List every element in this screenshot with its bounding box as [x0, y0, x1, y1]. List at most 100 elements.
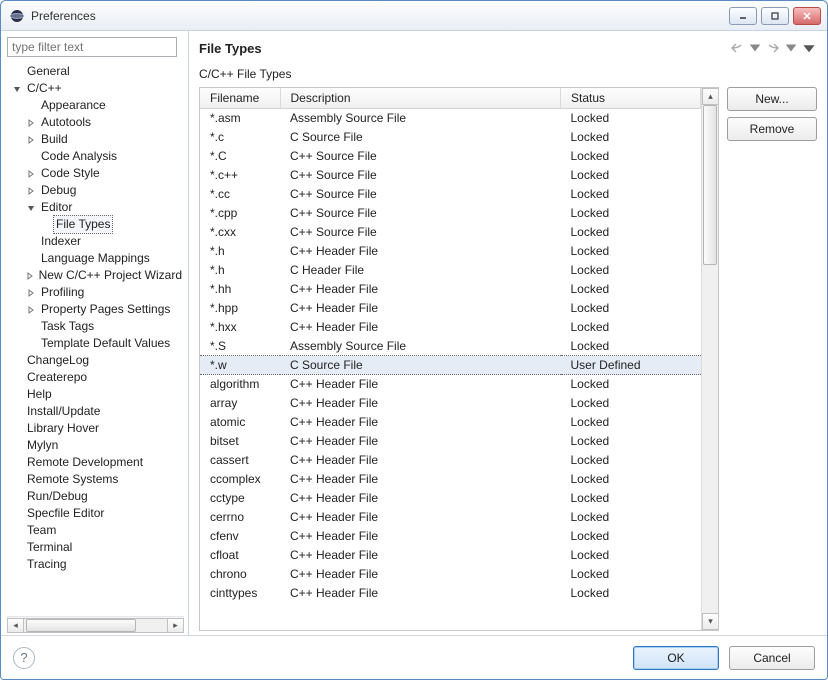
table-row[interactable]: algorithmC++ Header FileLocked	[200, 375, 701, 394]
tree-item[interactable]: Task Tags	[7, 318, 184, 335]
tree-item[interactable]: Help	[7, 386, 184, 403]
tree-item[interactable]: Editor	[7, 199, 184, 216]
scroll-right-button[interactable]: ▸	[167, 618, 184, 633]
tree-item[interactable]: Debug	[7, 182, 184, 199]
table-row[interactable]: cfloatC++ Header FileLocked	[200, 546, 701, 565]
column-header-description[interactable]: Description	[280, 88, 561, 109]
cell-filename: *.c++	[200, 166, 280, 185]
tree-item[interactable]: Profiling	[7, 284, 184, 301]
column-header-status[interactable]: Status	[561, 88, 701, 109]
tree-item[interactable]: Remote Systems	[7, 471, 184, 488]
table-row[interactable]: arrayC++ Header FileLocked	[200, 394, 701, 413]
filter-input[interactable]	[7, 37, 177, 57]
table-row[interactable]: chronoC++ Header FileLocked	[200, 565, 701, 584]
scroll-down-button[interactable]: ▾	[702, 613, 719, 630]
tree-item[interactable]: Library Hover	[7, 420, 184, 437]
tree-item[interactable]: Run/Debug	[7, 488, 184, 505]
tree-item[interactable]: Mylyn	[7, 437, 184, 454]
table-row[interactable]: atomicC++ Header FileLocked	[200, 413, 701, 432]
expand-icon[interactable]	[25, 304, 37, 316]
cell-description: C++ Header File	[280, 451, 561, 470]
sidebar-horizontal-scrollbar[interactable]: ◂ ▸	[7, 616, 184, 633]
tree-item[interactable]: General	[7, 63, 184, 80]
tree-item[interactable]: Tracing	[7, 556, 184, 573]
table-row[interactable]: *.SAssembly Source FileLocked	[200, 337, 701, 356]
table-row[interactable]: *.cxxC++ Source FileLocked	[200, 223, 701, 242]
scroll-track[interactable]	[24, 618, 167, 633]
cell-status: Locked	[561, 470, 701, 489]
tree-item[interactable]: Specfile Editor	[7, 505, 184, 522]
table-row[interactable]: cctypeC++ Header FileLocked	[200, 489, 701, 508]
tree-item[interactable]: Indexer	[7, 233, 184, 250]
column-header-filename[interactable]: Filename	[200, 88, 280, 109]
table-row[interactable]: *.asmAssembly Source FileLocked	[200, 109, 701, 128]
scroll-left-button[interactable]: ◂	[7, 618, 24, 633]
table-vertical-scrollbar[interactable]: ▴ ▾	[701, 88, 718, 630]
table-row[interactable]: cerrnoC++ Header FileLocked	[200, 508, 701, 527]
table-row[interactable]: cassertC++ Header FileLocked	[200, 451, 701, 470]
table-row[interactable]: *.ccC++ Source FileLocked	[200, 185, 701, 204]
expand-icon[interactable]	[25, 287, 37, 299]
table-row[interactable]: *.wC Source FileUser Defined	[200, 356, 701, 375]
tree-item[interactable]: Template Default Values	[7, 335, 184, 352]
table-row[interactable]: *.CC++ Source FileLocked	[200, 147, 701, 166]
tree-item[interactable]: New C/C++ Project Wizard	[7, 267, 184, 284]
tree-item[interactable]: Install/Update	[7, 403, 184, 420]
tree-item[interactable]: Build	[7, 131, 184, 148]
cell-status: Locked	[561, 261, 701, 280]
table-row[interactable]: cfenvC++ Header FileLocked	[200, 527, 701, 546]
collapse-icon[interactable]	[11, 83, 23, 95]
expand-icon[interactable]	[25, 117, 37, 129]
tree-item[interactable]: Property Pages Settings	[7, 301, 184, 318]
menu-dropdown-icon[interactable]	[801, 40, 817, 56]
new-button[interactable]: New...	[727, 87, 817, 111]
tree-item[interactable]: C/C++	[7, 80, 184, 97]
scroll-thumb[interactable]	[703, 105, 717, 265]
expand-icon[interactable]	[25, 185, 37, 197]
tree-item[interactable]: Code Style	[7, 165, 184, 182]
forward-dropdown-icon[interactable]	[783, 40, 799, 56]
tree-item[interactable]: Appearance	[7, 97, 184, 114]
scroll-up-button[interactable]: ▴	[702, 88, 719, 105]
preference-tree[interactable]: GeneralC/C++AppearanceAutotoolsBuildCode…	[7, 63, 184, 573]
table-row[interactable]: cinttypesC++ Header FileLocked	[200, 584, 701, 603]
table-row[interactable]: *.hppC++ Header FileLocked	[200, 299, 701, 318]
remove-button[interactable]: Remove	[727, 117, 817, 141]
tree-item[interactable]: Language Mappings	[7, 250, 184, 267]
ok-button[interactable]: OK	[633, 646, 719, 670]
close-button[interactable]	[793, 7, 821, 25]
table-row[interactable]: *.hhC++ Header FileLocked	[200, 280, 701, 299]
table-row[interactable]: *.hC Header FileLocked	[200, 261, 701, 280]
back-dropdown-icon[interactable]	[747, 40, 763, 56]
table-row[interactable]: *.c++C++ Source FileLocked	[200, 166, 701, 185]
help-icon[interactable]: ?	[13, 647, 35, 669]
table-row[interactable]: *.cC Source FileLocked	[200, 128, 701, 147]
tree-item[interactable]: Createrepo	[7, 369, 184, 386]
minimize-button[interactable]	[729, 7, 757, 25]
table-row[interactable]: *.cppC++ Source FileLocked	[200, 204, 701, 223]
tree-item[interactable]: File Types	[7, 216, 184, 233]
tree-item[interactable]: Team	[7, 522, 184, 539]
expand-icon[interactable]	[25, 168, 37, 180]
tree-item[interactable]: Terminal	[7, 539, 184, 556]
table-row[interactable]: ccomplexC++ Header FileLocked	[200, 470, 701, 489]
expand-icon[interactable]	[25, 270, 35, 282]
tree-item[interactable]: Autotools	[7, 114, 184, 131]
forward-icon[interactable]	[765, 40, 781, 56]
cell-filename: cinttypes	[200, 584, 280, 603]
tree-item[interactable]: ChangeLog	[7, 352, 184, 369]
tree-item[interactable]: Code Analysis	[7, 148, 184, 165]
table-row[interactable]: *.hC++ Header FileLocked	[200, 242, 701, 261]
collapse-icon[interactable]	[25, 202, 37, 214]
file-types-table[interactable]: Filename Description Status *.asmAssembl…	[199, 87, 719, 631]
tree-item-label: File Types	[53, 215, 113, 234]
scroll-thumb[interactable]	[26, 619, 136, 632]
tree-item[interactable]: Remote Development	[7, 454, 184, 471]
table-row[interactable]: bitsetC++ Header FileLocked	[200, 432, 701, 451]
back-icon[interactable]	[729, 40, 745, 56]
cancel-button[interactable]: Cancel	[729, 646, 815, 670]
maximize-button[interactable]	[761, 7, 789, 25]
expand-icon[interactable]	[25, 134, 37, 146]
tree-item-label: Specfile Editor	[25, 505, 106, 522]
table-row[interactable]: *.hxxC++ Header FileLocked	[200, 318, 701, 337]
